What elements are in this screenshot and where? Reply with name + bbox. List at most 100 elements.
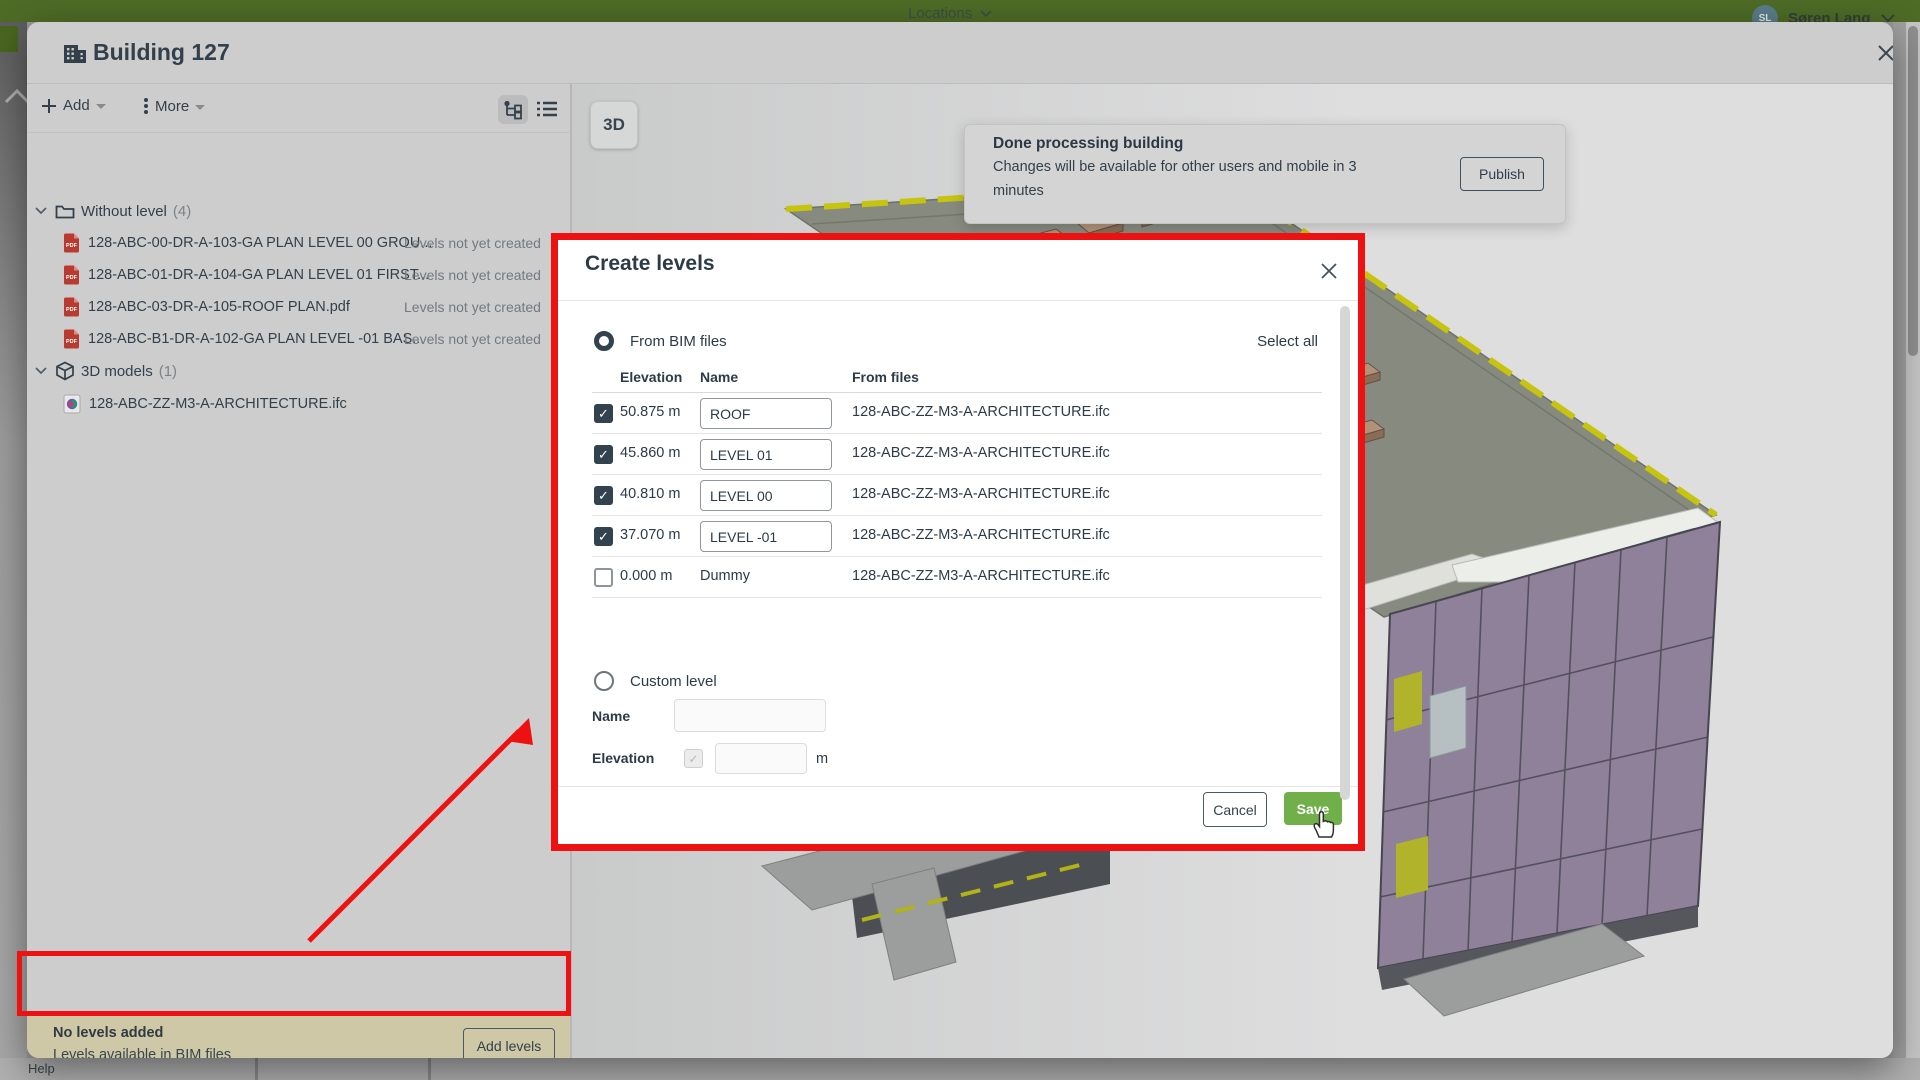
close-icon <box>1320 262 1338 280</box>
level-name-input[interactable] <box>700 480 832 511</box>
banner-subtitle: Levels available in BIM files <box>53 1047 231 1058</box>
source-file: 128-ABC-ZZ-M3-A-ARCHITECTURE.ifc <box>852 486 1110 502</box>
page-scrollbar-thumb[interactable] <box>1908 26 1918 356</box>
create-levels-dialog: Create levels From BIM files Select all … <box>551 233 1365 851</box>
group-count: (4) <box>173 203 191 220</box>
add-levels-button[interactable]: Add levels <box>463 1028 555 1058</box>
background-nav-fragment <box>0 26 18 52</box>
source-file: 128-ABC-ZZ-M3-A-ARCHITECTURE.ifc <box>852 445 1110 461</box>
elevation-value: 40.810 m <box>620 486 680 502</box>
level-row: ✓ 45.860 m 128-ABC-ZZ-M3-A-ARCHITECTURE.… <box>558 434 1358 475</box>
more-button[interactable]: More <box>143 97 205 115</box>
tree-group-3d-models[interactable]: 3D models (1) <box>27 356 568 386</box>
tree-group-without-level[interactable]: Without level (4) <box>27 196 568 226</box>
dialog-close-button[interactable] <box>1316 258 1342 284</box>
file-status: Levels not yet created <box>404 299 541 315</box>
caret-down-icon <box>195 105 205 110</box>
user-name: Søren Lang <box>1788 10 1871 23</box>
building-icon <box>63 42 87 64</box>
panel-close-button[interactable] <box>1873 40 1893 66</box>
level-checkbox-unchecked[interactable]: ✓ <box>594 568 613 587</box>
level-checkbox-checked[interactable]: ✓ <box>594 527 613 546</box>
svg-text:PDF: PDF <box>66 243 78 249</box>
list-view-icon <box>536 100 558 118</box>
cancel-button[interactable]: Cancel <box>1203 792 1267 827</box>
list-view-button[interactable] <box>534 97 560 121</box>
publish-button[interactable]: Publish <box>1460 157 1544 191</box>
folder-icon <box>55 203 75 219</box>
cube-icon <box>55 361 75 381</box>
level-checkbox-checked[interactable]: ✓ <box>594 445 613 464</box>
level-row: ✓ 50.875 m 128-ABC-ZZ-M3-A-ARCHITECTURE.… <box>558 393 1358 434</box>
elevation-value: 50.875 m <box>620 404 680 420</box>
file-status: Levels not yet created <box>404 267 541 283</box>
arrow-annotation <box>290 700 550 960</box>
svg-text:PDF: PDF <box>66 275 78 281</box>
radio-label: From BIM files <box>630 333 727 350</box>
level-name-static: Dummy <box>700 568 750 584</box>
level-row: ✓ 40.810 m 128-ABC-ZZ-M3-A-ARCHITECTURE.… <box>558 475 1358 516</box>
level-row: ✓ 0.000 m Dummy 128-ABC-ZZ-M3-A-ARCHITEC… <box>558 557 1358 598</box>
source-file: 128-ABC-ZZ-M3-A-ARCHITECTURE.ifc <box>852 527 1110 543</box>
chevron-down-icon <box>980 10 992 18</box>
unit-label: m <box>816 751 828 767</box>
tree-file-row[interactable]: PDF 128-ABC-00-DR-A-103-GA PLAN LEVEL 00… <box>27 228 568 258</box>
add-button[interactable]: Add <box>41 97 106 114</box>
file-status: Levels not yet created <box>404 235 541 251</box>
add-label: Add <box>63 97 90 114</box>
file-name: 128-ABC-ZZ-M3-A-ARCHITECTURE.ifc <box>89 396 347 412</box>
panel-header: Building 127 <box>27 22 1893 84</box>
level-name-input[interactable] <box>700 398 832 429</box>
avatar: SL <box>1752 5 1778 22</box>
custom-name-label: Name <box>592 708 630 724</box>
custom-elevation-input[interactable] <box>715 743 807 774</box>
locations-dropdown[interactable]: Locations <box>908 5 992 22</box>
dialog-title: Create levels <box>585 252 715 276</box>
tree-file-row[interactable]: PDF 128-ABC-01-DR-A-104-GA PLAN LEVEL 01… <box>27 260 568 290</box>
level-checkbox-checked[interactable]: ✓ <box>594 486 613 505</box>
svg-text:PDF: PDF <box>66 339 78 345</box>
level-name-input[interactable] <box>700 439 832 470</box>
no-levels-banner: No levels added Levels available in BIM … <box>27 1016 570 1058</box>
column-header-from-files: From files <box>852 369 919 385</box>
tree-model-row[interactable]: 128-ABC-ZZ-M3-A-ARCHITECTURE.ifc <box>27 389 568 419</box>
radio-unselected-icon <box>594 671 614 691</box>
banner-title: No levels added <box>53 1025 163 1041</box>
column-header-elevation: Elevation <box>620 369 682 385</box>
group-count: (1) <box>159 363 177 380</box>
dialog-scrollbar-thumb[interactable] <box>1340 306 1350 800</box>
kebab-menu-icon <box>143 97 149 115</box>
group-label: 3D models <box>81 363 153 380</box>
notification-title: Done processing building <box>993 135 1183 153</box>
highlight-rectangle-annotation <box>17 951 571 1016</box>
help-link[interactable]: Help <box>28 1061 55 1076</box>
level-name-input[interactable] <box>700 521 832 552</box>
ifc-file-icon <box>63 394 81 414</box>
more-label: More <box>155 98 189 115</box>
tree-file-row[interactable]: PDF 128-ABC-03-DR-A-105-ROOF PLAN.pdf Le… <box>27 292 568 322</box>
divider <box>558 786 1358 787</box>
select-all-link[interactable]: Select all <box>1198 333 1318 350</box>
cursor-pointer-icon <box>1310 808 1338 840</box>
user-menu[interactable]: SL Søren Lang <box>1752 5 1895 22</box>
file-name: 128-ABC-00-DR-A-103-GA PLAN LEVEL 00 GRO… <box>88 235 432 251</box>
top-nav-bar: Locations SL Søren Lang <box>0 0 1920 22</box>
tree-file-row[interactable]: PDF 128-ABC-B1-DR-A-102-GA PLAN LEVEL -0… <box>27 324 568 354</box>
source-file: 128-ABC-ZZ-M3-A-ARCHITECTURE.ifc <box>852 568 1110 584</box>
background-left-strip <box>0 22 27 1080</box>
tree-toolbar: Add More <box>27 84 570 133</box>
level-row: ✓ 37.070 m 128-ABC-ZZ-M3-A-ARCHITECTURE.… <box>558 516 1358 557</box>
background-divider <box>428 1058 431 1080</box>
divider <box>592 597 1322 598</box>
view-mode-3d-button[interactable]: 3D <box>590 101 638 149</box>
level-checkbox-checked[interactable]: ✓ <box>594 404 613 423</box>
file-status: Levels not yet created <box>404 331 541 347</box>
pdf-file-icon: PDF <box>63 297 80 317</box>
tree-view-button[interactable] <box>498 95 528 124</box>
radio-selected-icon <box>594 331 614 351</box>
divider <box>558 300 1358 301</box>
custom-elevation-label: Elevation <box>592 750 654 766</box>
radio-custom-level[interactable]: Custom level <box>594 671 717 691</box>
custom-name-input[interactable] <box>674 699 826 732</box>
radio-from-bim-files[interactable]: From BIM files <box>594 331 727 351</box>
